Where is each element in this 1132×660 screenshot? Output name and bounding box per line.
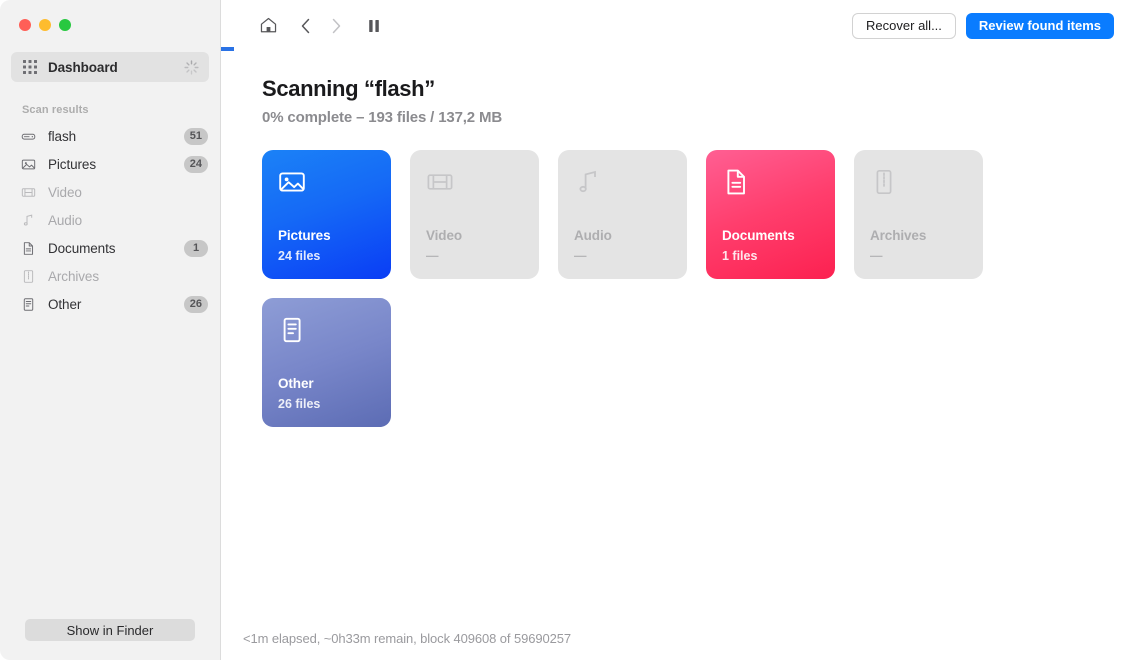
picture-icon: [278, 168, 306, 196]
sidebar-item-label: Other: [48, 296, 82, 312]
sidebar-item-label: Documents: [48, 240, 116, 256]
music-icon: [574, 168, 602, 196]
archive-icon: [21, 269, 36, 284]
category-card-pictures[interactable]: Pictures 24 files: [262, 150, 391, 279]
sidebar-item-documents[interactable]: Documents 1: [0, 234, 220, 262]
recover-all-button[interactable]: Recover all...: [852, 12, 956, 39]
show-in-finder-button[interactable]: Show in Finder: [25, 619, 195, 641]
minimize-window-button[interactable]: [39, 19, 51, 31]
other-icon: [278, 316, 306, 344]
archive-icon: [870, 168, 898, 196]
sidebar-item-label: Video: [48, 184, 82, 200]
category-card-archives[interactable]: Archives —: [854, 150, 983, 279]
sidebar-item-badge: 24: [183, 155, 208, 173]
sidebar-item-video[interactable]: Video: [0, 178, 220, 206]
toolbar: Recover all... Review found items: [221, 0, 1132, 51]
category-card-video[interactable]: Video —: [410, 150, 539, 279]
sidebar-item-badge: 1: [184, 239, 208, 257]
main-content: Recover all... Review found items Scanni…: [221, 0, 1132, 660]
music-icon: [21, 213, 36, 228]
sidebar-item-badge: 26: [183, 295, 208, 313]
chevron-left-icon: [298, 17, 314, 35]
sidebar-item-flash[interactable]: flash 51: [0, 122, 220, 150]
card-count: —: [426, 249, 439, 263]
app-window: Dashboard Scan results flash 51 Pictures…: [0, 0, 1132, 660]
scan-status-text: <1m elapsed, ~0h33m remain, block 409608…: [243, 631, 571, 646]
category-card-grid: Pictures 24 files Video — Audio — Docume…: [262, 150, 1022, 427]
sidebar-item-audio[interactable]: Audio: [0, 206, 220, 234]
category-card-other[interactable]: Other 26 files: [262, 298, 391, 427]
picture-icon: [21, 157, 36, 172]
forward-button[interactable]: [321, 11, 351, 41]
dashboard-panel: Scanning “flash” 0% complete – 193 files…: [221, 51, 1132, 660]
film-icon: [426, 168, 454, 196]
sidebar-section-label: Scan results: [22, 104, 89, 116]
card-count: 1 files: [722, 249, 758, 263]
card-count: —: [870, 249, 883, 263]
sidebar-item-archives[interactable]: Archives: [0, 262, 220, 290]
grid-icon: [23, 60, 37, 74]
spinner-icon: [184, 59, 199, 75]
traffic-lights: [0, 0, 220, 46]
sidebar-item-label: Dashboard: [48, 59, 118, 75]
sidebar-item-badge: 51: [183, 127, 208, 145]
home-button[interactable]: [253, 11, 283, 41]
document-icon: [21, 241, 36, 256]
card-title: Archives: [870, 228, 927, 243]
page-title: Scanning “flash”: [262, 76, 435, 101]
chevron-right-icon: [328, 17, 344, 35]
home-icon: [259, 16, 278, 35]
page-subtitle: 0% complete – 193 files / 137,2 MB: [262, 109, 503, 126]
film-icon: [21, 185, 36, 200]
sidebar-item-label: Archives: [48, 268, 99, 284]
card-title: Other: [278, 376, 314, 391]
sidebar-item-label: flash: [48, 128, 77, 144]
sidebar: Dashboard Scan results flash 51 Pictures…: [0, 0, 221, 660]
document-icon: [722, 168, 750, 196]
card-count: —: [574, 249, 587, 263]
card-title: Audio: [574, 228, 612, 243]
close-window-button[interactable]: [19, 19, 31, 31]
sidebar-item-other[interactable]: Other 26: [0, 290, 220, 318]
maximize-window-button[interactable]: [59, 19, 71, 31]
other-icon: [21, 297, 36, 312]
card-count: 24 files: [278, 249, 321, 263]
card-count: 26 files: [278, 397, 321, 411]
category-card-documents[interactable]: Documents 1 files: [706, 150, 835, 279]
sidebar-item-label: Audio: [48, 212, 83, 228]
back-button[interactable]: [291, 11, 321, 41]
card-title: Video: [426, 228, 463, 243]
card-title: Pictures: [278, 228, 331, 243]
sidebar-item-dashboard[interactable]: Dashboard: [11, 52, 209, 82]
pause-icon: [367, 18, 381, 34]
pause-scan-button[interactable]: [359, 11, 389, 41]
card-title: Documents: [722, 228, 795, 243]
drive-icon: [21, 129, 36, 144]
category-card-audio[interactable]: Audio —: [558, 150, 687, 279]
sidebar-item-label: Pictures: [48, 156, 96, 172]
review-found-items-button[interactable]: Review found items: [965, 12, 1114, 39]
sidebar-item-pictures[interactable]: Pictures 24: [0, 150, 220, 178]
